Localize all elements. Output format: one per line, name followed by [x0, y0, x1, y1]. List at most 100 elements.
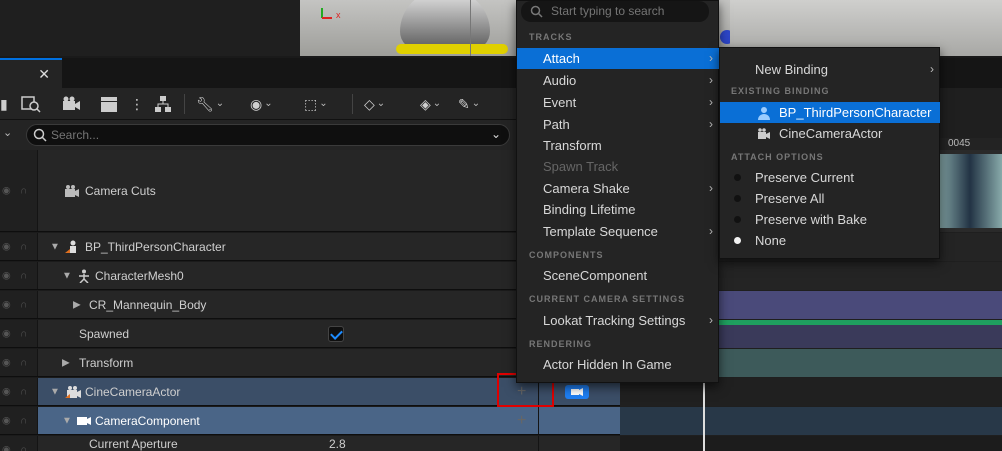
- binding-bp-third-person[interactable]: BP_ThirdPersonCharacter: [720, 102, 940, 123]
- expand-arrow-icon[interactable]: ▼: [62, 270, 72, 281]
- timeline-track[interactable]: [620, 436, 1002, 451]
- menu-search-input[interactable]: [551, 4, 701, 18]
- expand-arrow-icon[interactable]: ▼: [50, 241, 60, 252]
- chevron-down-icon: ⌄: [432, 98, 442, 109]
- eye-icon[interactable]: ◉: [2, 185, 11, 196]
- chevron-down-icon: ⌄: [471, 98, 481, 109]
- sequencer-tab[interactable]: ✕: [0, 58, 62, 88]
- close-icon[interactable]: ✕: [38, 66, 50, 83]
- headphones-icon[interactable]: ∩: [20, 415, 27, 426]
- track-label: CharacterMesh0: [95, 268, 184, 283]
- curve-key-icon: ◈: [420, 96, 431, 112]
- headphones-icon[interactable]: ∩: [20, 299, 27, 310]
- eye-icon[interactable]: ◉: [2, 299, 11, 310]
- track-label: CameraComponent: [95, 413, 200, 428]
- chevron-right-icon: ›: [709, 73, 713, 87]
- option-none[interactable]: None: [720, 230, 940, 251]
- menu-item-spawn-track: Spawn Track: [517, 156, 719, 177]
- expand-arrow-icon[interactable]: ▼: [50, 386, 60, 397]
- toolbar-separator: [184, 94, 185, 114]
- headphones-icon[interactable]: ∩: [20, 185, 27, 196]
- headphones-icon[interactable]: ∩: [20, 444, 27, 451]
- headphones-icon[interactable]: ∩: [20, 328, 27, 339]
- headphones-icon[interactable]: ∩: [20, 270, 27, 281]
- eye-icon[interactable]: ◉: [2, 415, 11, 426]
- visibility-column: ◉ ∩: [0, 150, 38, 231]
- eye-icon[interactable]: ◉: [2, 444, 11, 451]
- more-options-icon[interactable]: ⋮: [130, 94, 144, 114]
- binding-cine-camera[interactable]: CineCameraActor: [720, 123, 940, 144]
- axis-gizmo-icon: x: [321, 8, 341, 20]
- search-input[interactable]: [51, 127, 481, 143]
- outliner-search[interactable]: ⌄: [26, 124, 510, 146]
- menu-item-label: Transform: [543, 138, 602, 153]
- headphones-icon[interactable]: ∩: [20, 357, 27, 368]
- option-preserve-bake[interactable]: Preserve with Bake: [720, 209, 940, 230]
- eye-icon[interactable]: ◉: [2, 241, 11, 252]
- tools-dropdown[interactable]: 🔧︎ ⌄: [196, 94, 224, 114]
- view-dropdown[interactable]: ◉ ⌄: [250, 94, 273, 114]
- hierarchy-icon[interactable]: [152, 94, 174, 114]
- menu-item-binding-lifetime[interactable]: Binding Lifetime: [517, 199, 719, 220]
- expand-arrow-icon[interactable]: ▶: [73, 299, 81, 310]
- menu-item-audio[interactable]: Audio ›: [517, 70, 719, 91]
- playhead[interactable]: [703, 380, 705, 451]
- camera-icon[interactable]: [60, 94, 82, 114]
- camera-cuts-icon: [65, 184, 79, 197]
- skeleton-icon: [79, 269, 89, 283]
- track-row-current-aperture[interactable]: ◉ ∩ Current Aperture 2.8: [0, 436, 620, 451]
- menu-item-event[interactable]: Event ›: [517, 92, 719, 113]
- cine-camera-icon: [758, 128, 770, 139]
- search-icon: [530, 5, 543, 18]
- section-header: EXISTING BINDING: [731, 86, 830, 96]
- menu-search[interactable]: [521, 1, 709, 22]
- menu-item-scene-component[interactable]: SceneComponent: [517, 265, 719, 286]
- menu-item-label: SceneComponent: [543, 268, 648, 283]
- aperture-value[interactable]: 2.8: [329, 437, 346, 451]
- headphones-icon[interactable]: ∩: [20, 241, 27, 252]
- add-track-button[interactable]: +: [517, 412, 526, 430]
- menu-item-path[interactable]: Path ›: [517, 114, 719, 135]
- camera-chip-icon[interactable]: [565, 385, 589, 399]
- expand-arrow-icon[interactable]: ▶: [62, 357, 70, 368]
- section-header: COMPONENTS: [529, 250, 604, 260]
- radio-selected-icon: [734, 237, 741, 244]
- chevron-down-icon[interactable]: ⌄: [3, 126, 12, 139]
- headphones-icon[interactable]: ∩: [20, 386, 27, 397]
- chevron-right-icon: ›: [709, 224, 713, 238]
- eye-icon[interactable]: ◉: [2, 270, 11, 281]
- spawned-checkbox[interactable]: [328, 325, 344, 342]
- menu-item-attach[interactable]: Attach ›: [517, 48, 719, 69]
- timeline-track[interactable]: [620, 407, 1002, 435]
- visibility-column: ◉ ∩: [0, 378, 38, 405]
- eye-icon[interactable]: ◉: [2, 386, 11, 397]
- toolbar-left-icon[interactable]: ▮: [0, 94, 8, 114]
- visibility-column: ◉ ∩: [0, 436, 38, 451]
- expand-arrow-icon[interactable]: ▼: [62, 415, 72, 426]
- menu-item-camera-shake[interactable]: Camera Shake ›: [517, 178, 719, 199]
- playback-dropdown[interactable]: ⬚ ⌄: [304, 94, 328, 114]
- curve-dropdown[interactable]: ◈ ⌄: [420, 94, 441, 114]
- track-row-camera-component[interactable]: ◉ ∩ ▼ CameraComponent +: [0, 407, 620, 435]
- chevron-down-icon[interactable]: ⌄: [491, 127, 501, 141]
- track-label: Spawned: [79, 326, 130, 341]
- option-preserve-current[interactable]: Preserve Current: [720, 167, 940, 188]
- option-preserve-all[interactable]: Preserve All: [720, 188, 940, 209]
- menu-item-label: Attach: [543, 51, 580, 66]
- add-track-menu: TRACKS Attach › Audio › Event › Path › Trans…: [516, 0, 719, 383]
- find-in-content-icon[interactable]: [20, 94, 42, 114]
- menu-item-lookat-tracking[interactable]: Lookat Tracking Settings ›: [517, 310, 719, 331]
- render-movie-icon[interactable]: [98, 94, 120, 114]
- key-dropdown[interactable]: ◇ ⌄: [364, 94, 385, 114]
- menu-item-transform[interactable]: Transform: [517, 135, 719, 156]
- eye-icon[interactable]: ◉: [2, 328, 11, 339]
- chevron-down-icon: ⌄: [376, 98, 386, 109]
- eye-icon[interactable]: ◉: [2, 357, 11, 368]
- menu-item-label: Camera Shake: [543, 181, 630, 196]
- menu-item-label: BP_ThirdPersonCharacter: [779, 105, 932, 120]
- edit-dropdown[interactable]: ✎ ⌄: [458, 94, 480, 114]
- menu-item-template-sequence[interactable]: Template Sequence ›: [517, 221, 719, 242]
- menu-item-new-binding[interactable]: New Binding ›: [720, 59, 940, 80]
- chevron-down-icon: ⌄: [319, 98, 328, 109]
- menu-item-actor-hidden[interactable]: Actor Hidden In Game: [517, 354, 719, 375]
